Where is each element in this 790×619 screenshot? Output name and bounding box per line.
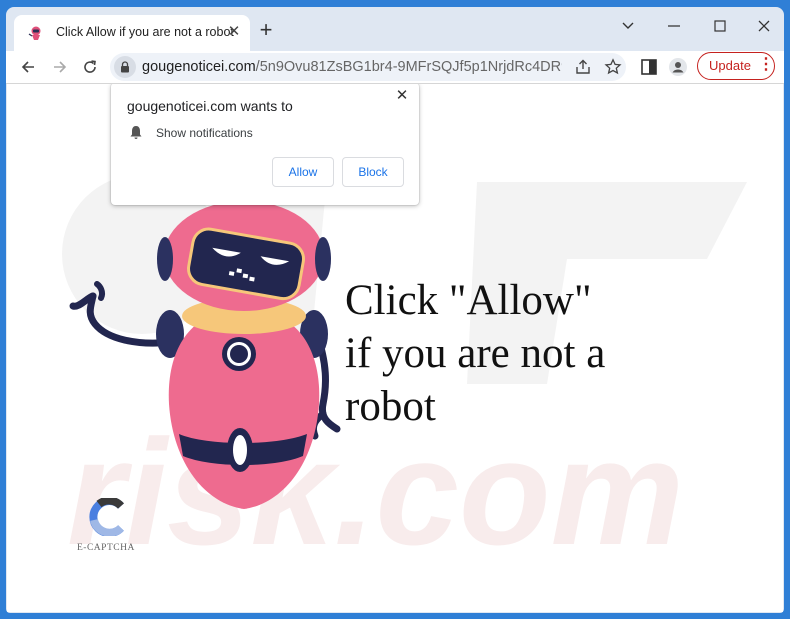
- close-window-button[interactable]: [742, 10, 784, 42]
- update-label: Update: [709, 58, 751, 73]
- bookmark-star-icon[interactable]: [604, 58, 622, 76]
- restore-button[interactable]: [652, 10, 696, 42]
- tab-active[interactable]: Click Allow if you are not a robot ✕: [14, 15, 250, 51]
- minimize-icon: [622, 22, 634, 29]
- page-content: risk.com Click "Allow" if you are not a …: [7, 84, 783, 612]
- block-button[interactable]: Block: [342, 157, 404, 187]
- headline-line-3: robot: [345, 383, 436, 430]
- allow-button[interactable]: Allow: [272, 157, 334, 187]
- headline-line-1: Click "Allow": [345, 277, 592, 324]
- url-path: /5n9Ovu81ZsBG1br4-9MFrSQJf5p1NrjdRc4DR9U…: [255, 59, 562, 75]
- new-tab-button[interactable]: +: [254, 19, 278, 43]
- close-icon: [758, 20, 770, 32]
- popup-close-icon[interactable]: ✕: [393, 87, 411, 105]
- minimize-button[interactable]: [606, 10, 650, 42]
- address-bar[interactable]: gougenoticei.com/5n9Ovu81ZsBG1br4-9MFrSQ…: [110, 53, 626, 81]
- share-icon[interactable]: [574, 58, 592, 76]
- tab-close-icon[interactable]: ✕: [224, 22, 244, 42]
- reload-icon: [84, 60, 96, 73]
- forward-button[interactable]: [48, 55, 72, 79]
- back-icon: [21, 61, 34, 73]
- e-captcha-label: E-CAPTCHA: [77, 543, 135, 553]
- permission-text: Show notifications: [156, 126, 253, 140]
- notification-permission-popup: ✕ gougenoticei.com wants to Show notific…: [111, 84, 419, 205]
- update-button[interactable]: Update ⋮: [697, 52, 775, 80]
- maximize-button[interactable]: [698, 10, 742, 42]
- side-panel-icon[interactable]: [639, 57, 659, 77]
- e-captcha-logo-icon: [89, 498, 125, 536]
- site-info-button[interactable]: [114, 56, 136, 78]
- back-button[interactable]: [16, 55, 40, 79]
- forward-icon: [54, 61, 67, 73]
- maximize-icon: [714, 20, 726, 32]
- profile-icon[interactable]: [668, 57, 688, 77]
- tab-title: Click Allow if you are not a robot: [56, 25, 234, 39]
- browser-window: Click Allow if you are not a robot ✕ + g…: [6, 7, 784, 613]
- headline-line-2: if you are not a: [345, 330, 606, 377]
- url-text[interactable]: gougenoticei.com/5n9Ovu81ZsBG1br4-9MFrSQ…: [142, 59, 562, 75]
- url-host: gougenoticei.com: [142, 59, 256, 75]
- reload-button[interactable]: [78, 55, 102, 79]
- lock-icon: [121, 61, 129, 73]
- bell-icon: [130, 126, 142, 139]
- menu-dots-icon[interactable]: ⋮: [758, 56, 774, 74]
- tab-strip: Click Allow if you are not a robot ✕ +: [6, 7, 784, 51]
- browser-toolbar: gougenoticei.com/5n9Ovu81ZsBG1br4-9MFrSQ…: [6, 51, 784, 84]
- minimize-line-icon: [668, 25, 680, 27]
- popup-title: gougenoticei.com wants to: [127, 98, 293, 114]
- headline: Click "Allow" if you are not a robot: [345, 274, 745, 433]
- robot-favicon-icon: [28, 26, 41, 40]
